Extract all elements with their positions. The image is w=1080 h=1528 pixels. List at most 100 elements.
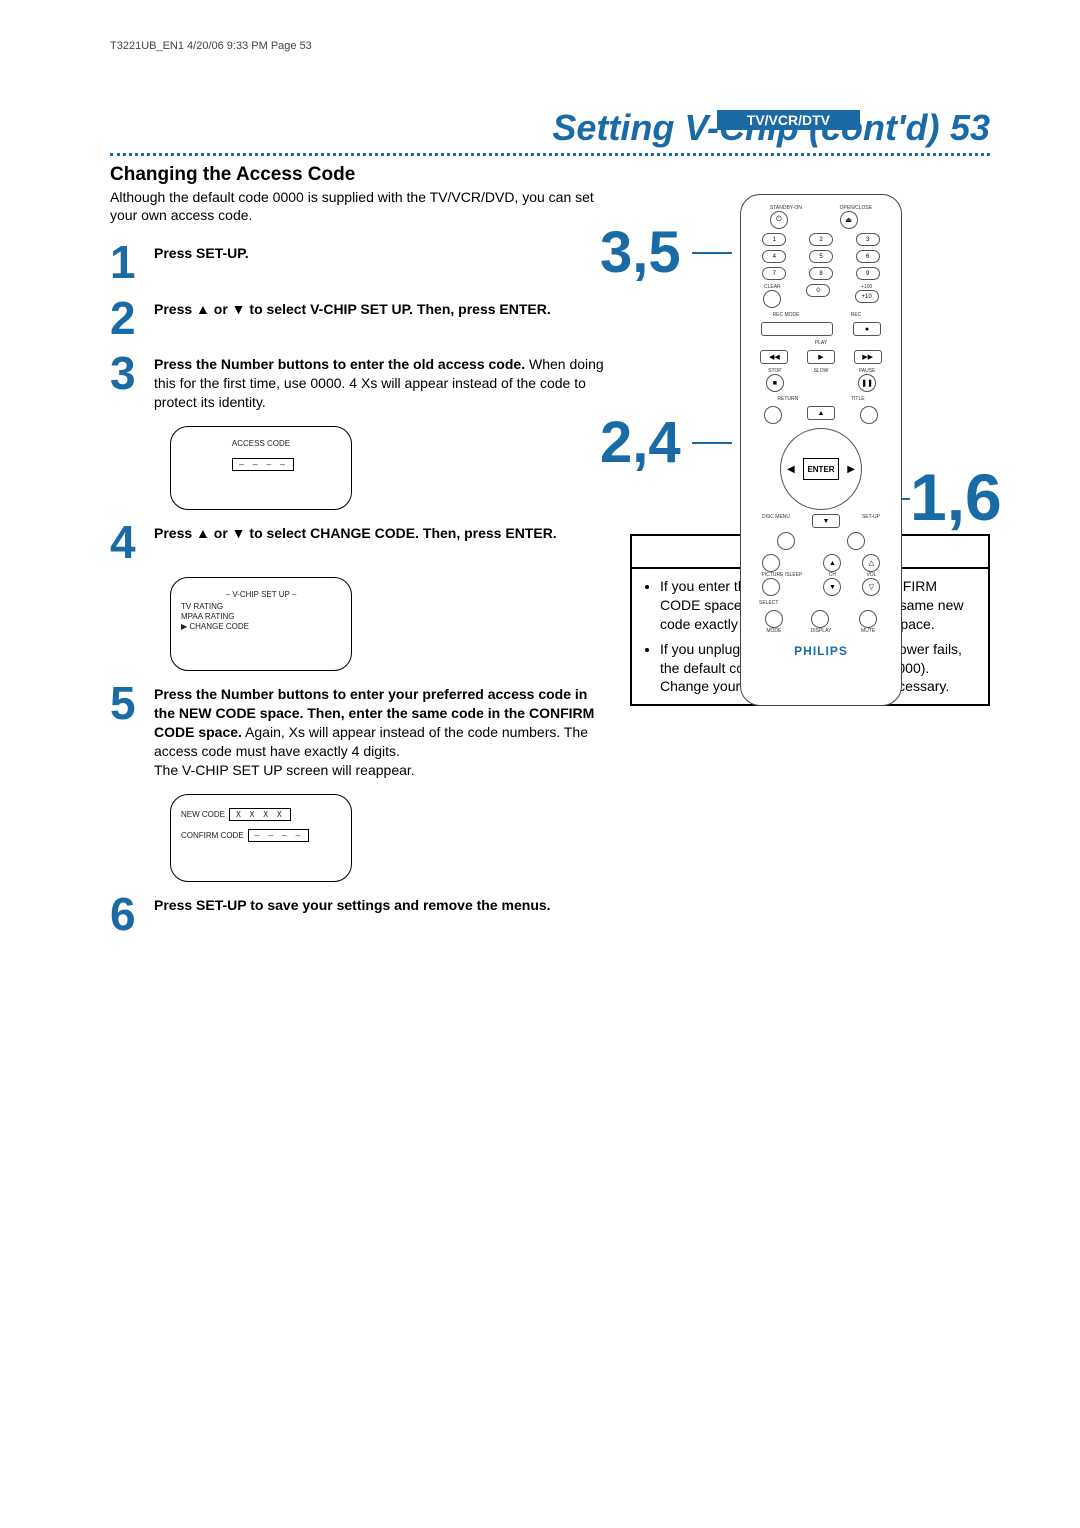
picture-button[interactable] [762, 554, 780, 572]
open-close-button[interactable]: ⏏ [840, 211, 858, 229]
remote-label-discmenu: DISC MENU [762, 514, 790, 528]
remote-label-rec: REC [821, 312, 891, 318]
remote-label-stop: STOP [766, 368, 784, 374]
title-button[interactable] [860, 406, 878, 424]
clear-button[interactable] [763, 290, 781, 308]
osd-menu-item: TV RATING [181, 602, 341, 611]
num-6-button[interactable]: 6 [856, 250, 880, 263]
remote-label-openclose: OPEN/CLOSE [840, 205, 873, 211]
callout-24: 2,4 [600, 414, 681, 472]
step-number: 3 [110, 353, 154, 412]
ch-down-button[interactable]: ▼ [823, 578, 841, 596]
setup-button[interactable] [847, 532, 865, 550]
step-bold: Press SET-UP to save your settings and r… [154, 897, 551, 913]
dpad-right-button[interactable]: ▶ [847, 464, 855, 475]
osd-screen-new-code: NEW CODEX X X X CONFIRM CODE– – – – [170, 794, 352, 882]
step-bold: Press ▲ or ▼ to select CHANGE CODE. Then… [154, 525, 557, 541]
disc-menu-button[interactable] [777, 532, 795, 550]
osd-screen-access-code: ACCESS CODE – – – – [170, 426, 352, 510]
remote-label-standby: STANDBY-ON [770, 205, 802, 211]
remote-label-setup: SET-UP [862, 514, 880, 528]
osd-title: – V-CHIP SET UP – [181, 590, 341, 599]
display-button[interactable] [811, 610, 829, 628]
step-row: 2 Press ▲ or ▼ to select V-CHIP SET UP. … [110, 298, 610, 339]
vol-down-button[interactable]: ▽ [862, 578, 880, 596]
step-number: 6 [110, 894, 154, 935]
remote-label-mute: MUTE [859, 628, 877, 634]
osd-label: CONFIRM CODE– – – – [181, 829, 341, 842]
num-2-button[interactable]: 2 [809, 233, 833, 246]
mute-button[interactable] [859, 610, 877, 628]
section-tag: TV/VCR/DTV [717, 110, 860, 130]
step-row: 4 Press ▲ or ▼ to select CHANGE CODE. Th… [110, 522, 610, 563]
remote-label-mode: MODE [765, 628, 783, 634]
num-9-button[interactable]: 9 [856, 267, 880, 280]
osd-title: ACCESS CODE [181, 439, 341, 448]
step-bold: Press ▲ or ▼ to select V-CHIP SET UP. Th… [154, 301, 551, 317]
osd-label: NEW CODEX X X X [181, 808, 341, 821]
enter-button[interactable]: ENTER [803, 458, 839, 480]
num-7-button[interactable]: 7 [762, 267, 786, 280]
intro-text: Although the default code 0000 is suppli… [110, 188, 610, 224]
num-1-button[interactable]: 1 [762, 233, 786, 246]
step-number: 5 [110, 683, 154, 779]
step-row: 6 Press SET-UP to save your settings and… [110, 894, 610, 935]
step-row: 1 Press SET-UP. [110, 242, 610, 283]
remote-label-plus100: +100 [855, 284, 879, 290]
remote-label-play: PLAY [741, 340, 901, 346]
num-3-button[interactable]: 3 [856, 233, 880, 246]
osd-code-value: – – – – [181, 458, 341, 471]
dpad-up-button[interactable]: ▲ [807, 406, 835, 420]
remote-label-picture: PICTURE /SLEEP [762, 572, 803, 578]
brand-logo: PHILIPS [741, 644, 901, 658]
forward-button[interactable]: ▶▶ [854, 350, 882, 364]
print-header: T3221UB_EN1 4/20/06 9:33 PM Page 53 [110, 40, 990, 52]
standby-button[interactable]: ⏻ [770, 211, 788, 229]
dpad-down-button[interactable]: ▼ [812, 514, 840, 528]
callout-35: 3,5 [600, 224, 681, 282]
sleep-button[interactable] [762, 578, 780, 596]
divider-dots [110, 153, 990, 156]
rec-mode-button[interactable] [761, 322, 833, 336]
remote-label-select: SELECT [759, 600, 901, 606]
step-number: 4 [110, 522, 154, 563]
ch-up-button[interactable]: ▲ [823, 554, 841, 572]
step-number: 1 [110, 242, 154, 283]
dpad: ◀ ENTER ▶ [780, 428, 862, 510]
rec-button[interactable]: ● [853, 322, 881, 336]
rewind-button[interactable]: ◀◀ [760, 350, 788, 364]
page-number: 53 [950, 107, 990, 148]
remote-label-clear: CLEAR [763, 284, 781, 290]
osd-menu-item: MPAA RATING [181, 612, 341, 621]
num-8-button[interactable]: 8 [809, 267, 833, 280]
remote-label-slow: SLOW [814, 368, 829, 374]
remote-label-pause: PAUSE [858, 368, 876, 374]
section-subtitle: Changing the Access Code [110, 164, 610, 186]
plus10-button[interactable]: +10 [855, 290, 879, 303]
callout-16: 1,6 [910, 464, 1002, 530]
remote-control: STANDBY-ON⏻ OPEN/CLOSE⏏ 1 2 3 4 5 6 7 8 9 CLEA… [740, 194, 902, 706]
mode-button[interactable] [765, 610, 783, 628]
remote-label-vol: VOL [862, 572, 880, 578]
osd-menu-item: ▶ CHANGE CODE [181, 622, 341, 631]
num-5-button[interactable]: 5 [809, 250, 833, 263]
osd-screen-vchip-setup: – V-CHIP SET UP – TV RATING MPAA RATING … [170, 577, 352, 671]
play-button[interactable]: ▶ [807, 350, 835, 364]
step-bold: Press SET-UP. [154, 245, 249, 261]
step-row: 3 Press the Number buttons to enter the … [110, 353, 610, 412]
remote-label-recmode: REC MODE [751, 312, 821, 318]
osd-value: – – – – [248, 829, 310, 842]
num-4-button[interactable]: 4 [762, 250, 786, 263]
osd-value: X X X X [229, 808, 291, 821]
remote-label-title: TITLE [851, 396, 865, 402]
dpad-left-button[interactable]: ◀ [787, 464, 795, 475]
vol-up-button[interactable]: △ [862, 554, 880, 572]
return-button[interactable] [764, 406, 782, 424]
step-row: 5 Press the Number buttons to enter your… [110, 683, 610, 779]
remote-label-ch: CH [823, 572, 841, 578]
pause-button[interactable]: ❚❚ [858, 374, 876, 392]
remote-label-return: RETURN [777, 396, 798, 402]
num-0-button[interactable]: 0 [806, 284, 830, 297]
step-number: 2 [110, 298, 154, 339]
stop-button[interactable]: ■ [766, 374, 784, 392]
